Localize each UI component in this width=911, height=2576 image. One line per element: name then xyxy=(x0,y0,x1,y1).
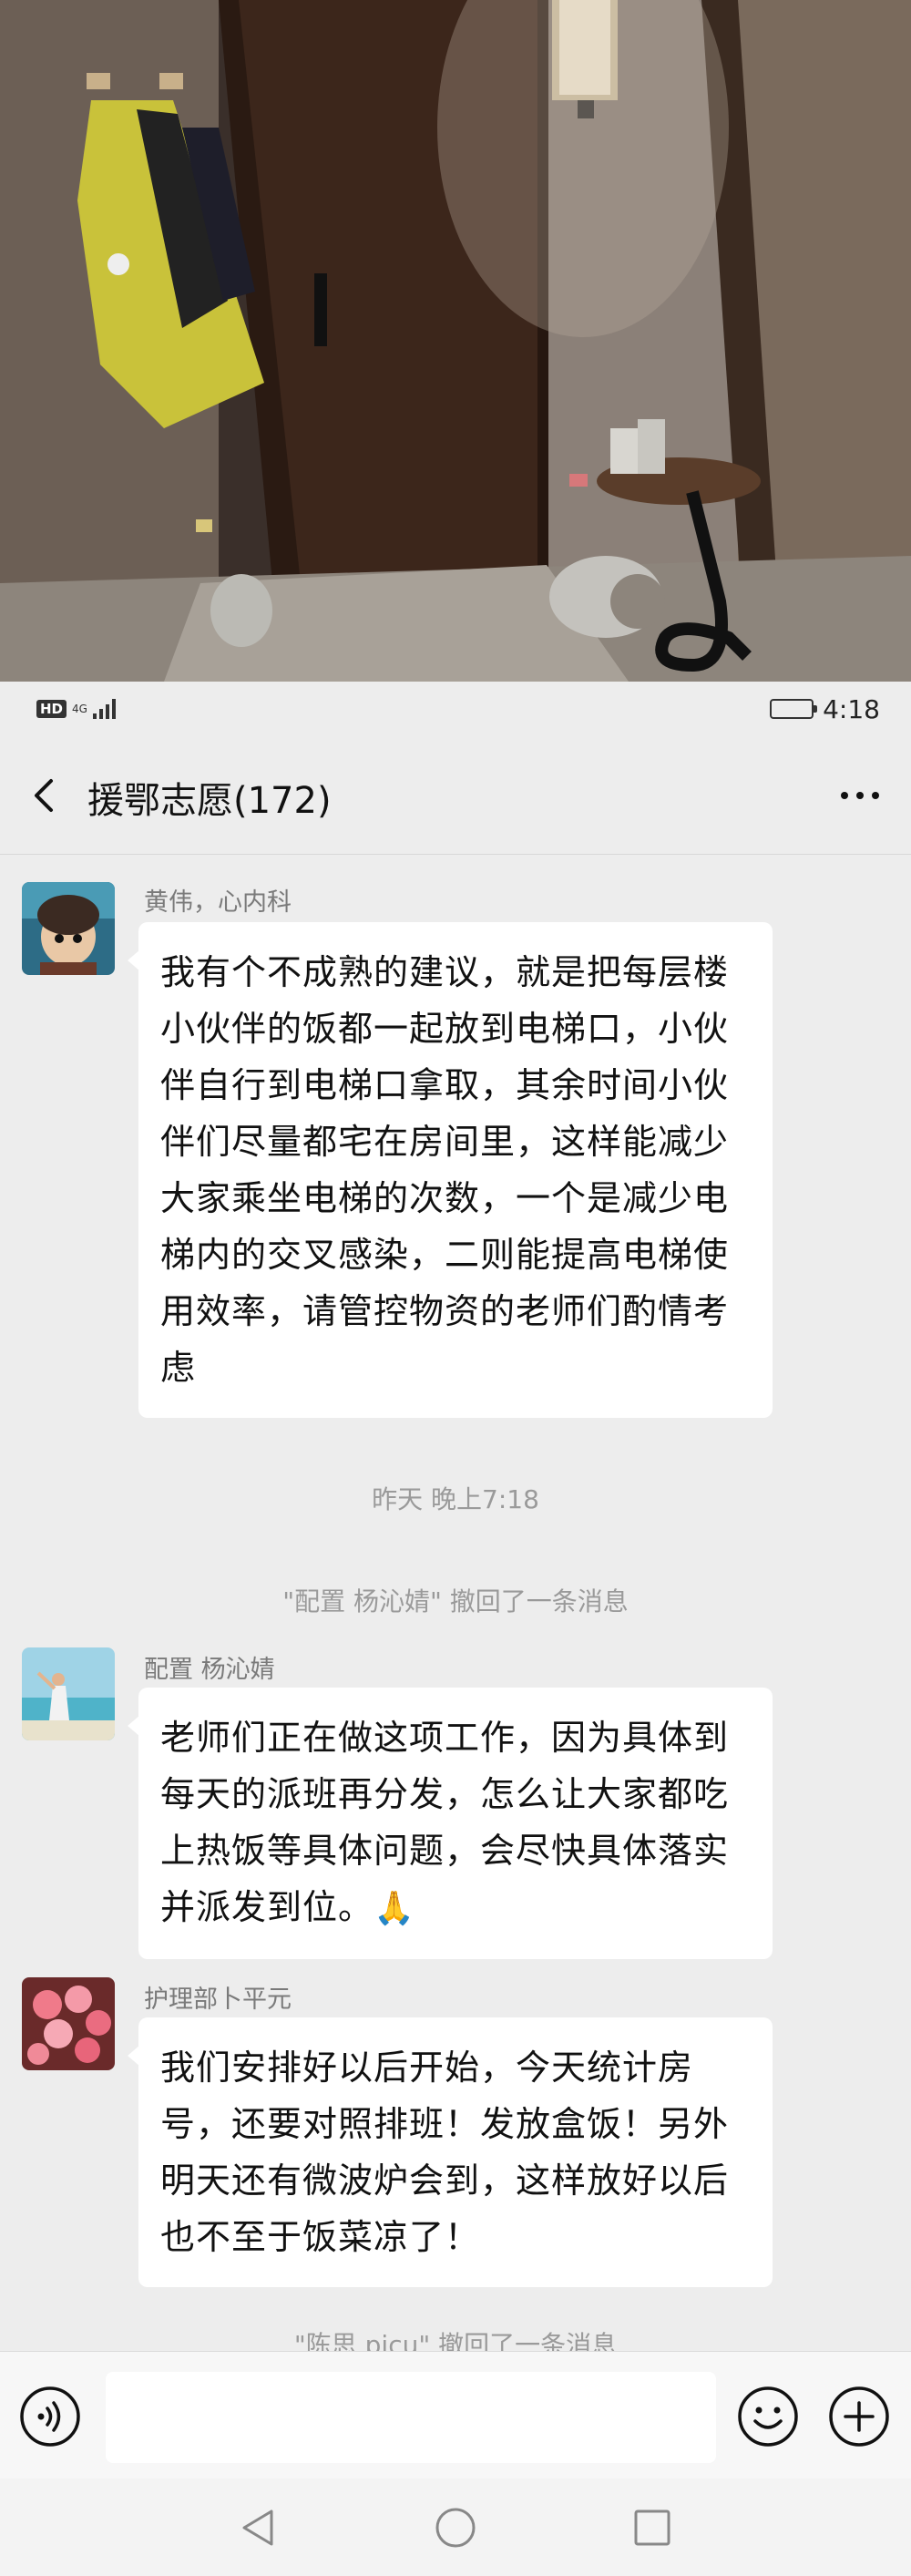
message-bubble[interactable]: 老师们正在做这项工作，因为具体到每天的派班再分发，怎么让大家都吃上热饭等具体问题… xyxy=(128,1688,773,1959)
system-navigation-bar xyxy=(0,2479,911,2576)
recall-notice: "配置 杨沁婧" 撤回了一条消息 xyxy=(282,1586,629,1616)
hd-badge: HD xyxy=(36,700,67,718)
chat-title: 援鄂志愿(172) xyxy=(87,780,332,822)
voice-button[interactable] xyxy=(18,2385,82,2448)
hotel-corridor-photo xyxy=(0,0,911,682)
timestamp-label: 昨天 晚上7:18 xyxy=(372,1484,539,1514)
plus-icon xyxy=(829,2386,889,2447)
message-input[interactable] xyxy=(106,2372,716,2463)
sender-name: 护理部卜平元 xyxy=(144,1986,292,2014)
avatar[interactable] xyxy=(22,882,115,975)
system-home-button[interactable] xyxy=(432,2504,479,2551)
clock-time: 4:18 xyxy=(823,693,880,724)
avatar[interactable] xyxy=(22,1977,115,2070)
chevron-left-icon xyxy=(35,779,53,812)
signal-strength-icon xyxy=(92,699,116,719)
status-bar: HD 4G 4:18 xyxy=(0,682,911,736)
status-left: HD 4G xyxy=(36,699,116,719)
circle-home-icon xyxy=(435,2508,476,2548)
square-recents-icon xyxy=(634,2509,670,2546)
chat-input-bar xyxy=(0,2351,911,2479)
message-bubble[interactable]: 我们安排好以后开始，今天统计房号，还要对照排班！发放盒饭！另外明天还有微波炉会到… xyxy=(128,2017,773,2287)
recall-notice: "陈思 picu" 撤回了一条消息 xyxy=(293,2330,618,2351)
more-horizontal-icon xyxy=(841,792,848,799)
message-text: 我们安排好以后开始，今天统计房号，还要对照排班！发放盒饭！另外明天还有微波炉会到… xyxy=(160,2047,730,2257)
emoji-icon xyxy=(738,2386,798,2447)
message-bubble[interactable]: 我有个不成熟的建议，就是把每层楼小伙伴的饭都一起放到电梯口，小伙伴自行到电梯口拿… xyxy=(128,922,773,1418)
message-text: 老师们正在做这项工作，因为具体到每天的派班再分发，怎么让大家都吃上热饭等具体问题… xyxy=(160,1718,730,1927)
voice-icon xyxy=(20,2386,80,2447)
praying-hands-emoji: 🙏 xyxy=(374,1890,415,1927)
chat-header: 援鄂志愿(172) xyxy=(0,736,911,855)
sender-name: 黄伟，心内科 xyxy=(144,888,292,917)
emoji-button[interactable] xyxy=(736,2385,800,2448)
avatar[interactable] xyxy=(22,1647,115,1740)
battery-icon xyxy=(770,699,818,719)
system-back-button[interactable] xyxy=(235,2504,282,2551)
system-recents-button[interactable] xyxy=(629,2504,676,2551)
sender-name: 配置 杨沁婧 xyxy=(144,1656,275,1684)
message-text: 我有个不成熟的建议，就是把每层楼小伙伴的饭都一起放到电梯口，小伙伴自行到电梯口拿… xyxy=(160,952,730,1388)
chat-message-list[interactable]: 黄伟，心内科 我有个不成熟的建议，就是把每层楼小伙伴的饭都一起放到电梯口，小伙伴… xyxy=(0,855,911,2351)
more-button[interactable] xyxy=(834,782,885,809)
plus-button[interactable] xyxy=(827,2385,891,2448)
network-type-label: 4G xyxy=(72,703,87,715)
status-right: 4:18 xyxy=(770,694,880,724)
triangle-back-icon xyxy=(242,2509,273,2546)
back-button[interactable] xyxy=(20,770,71,821)
